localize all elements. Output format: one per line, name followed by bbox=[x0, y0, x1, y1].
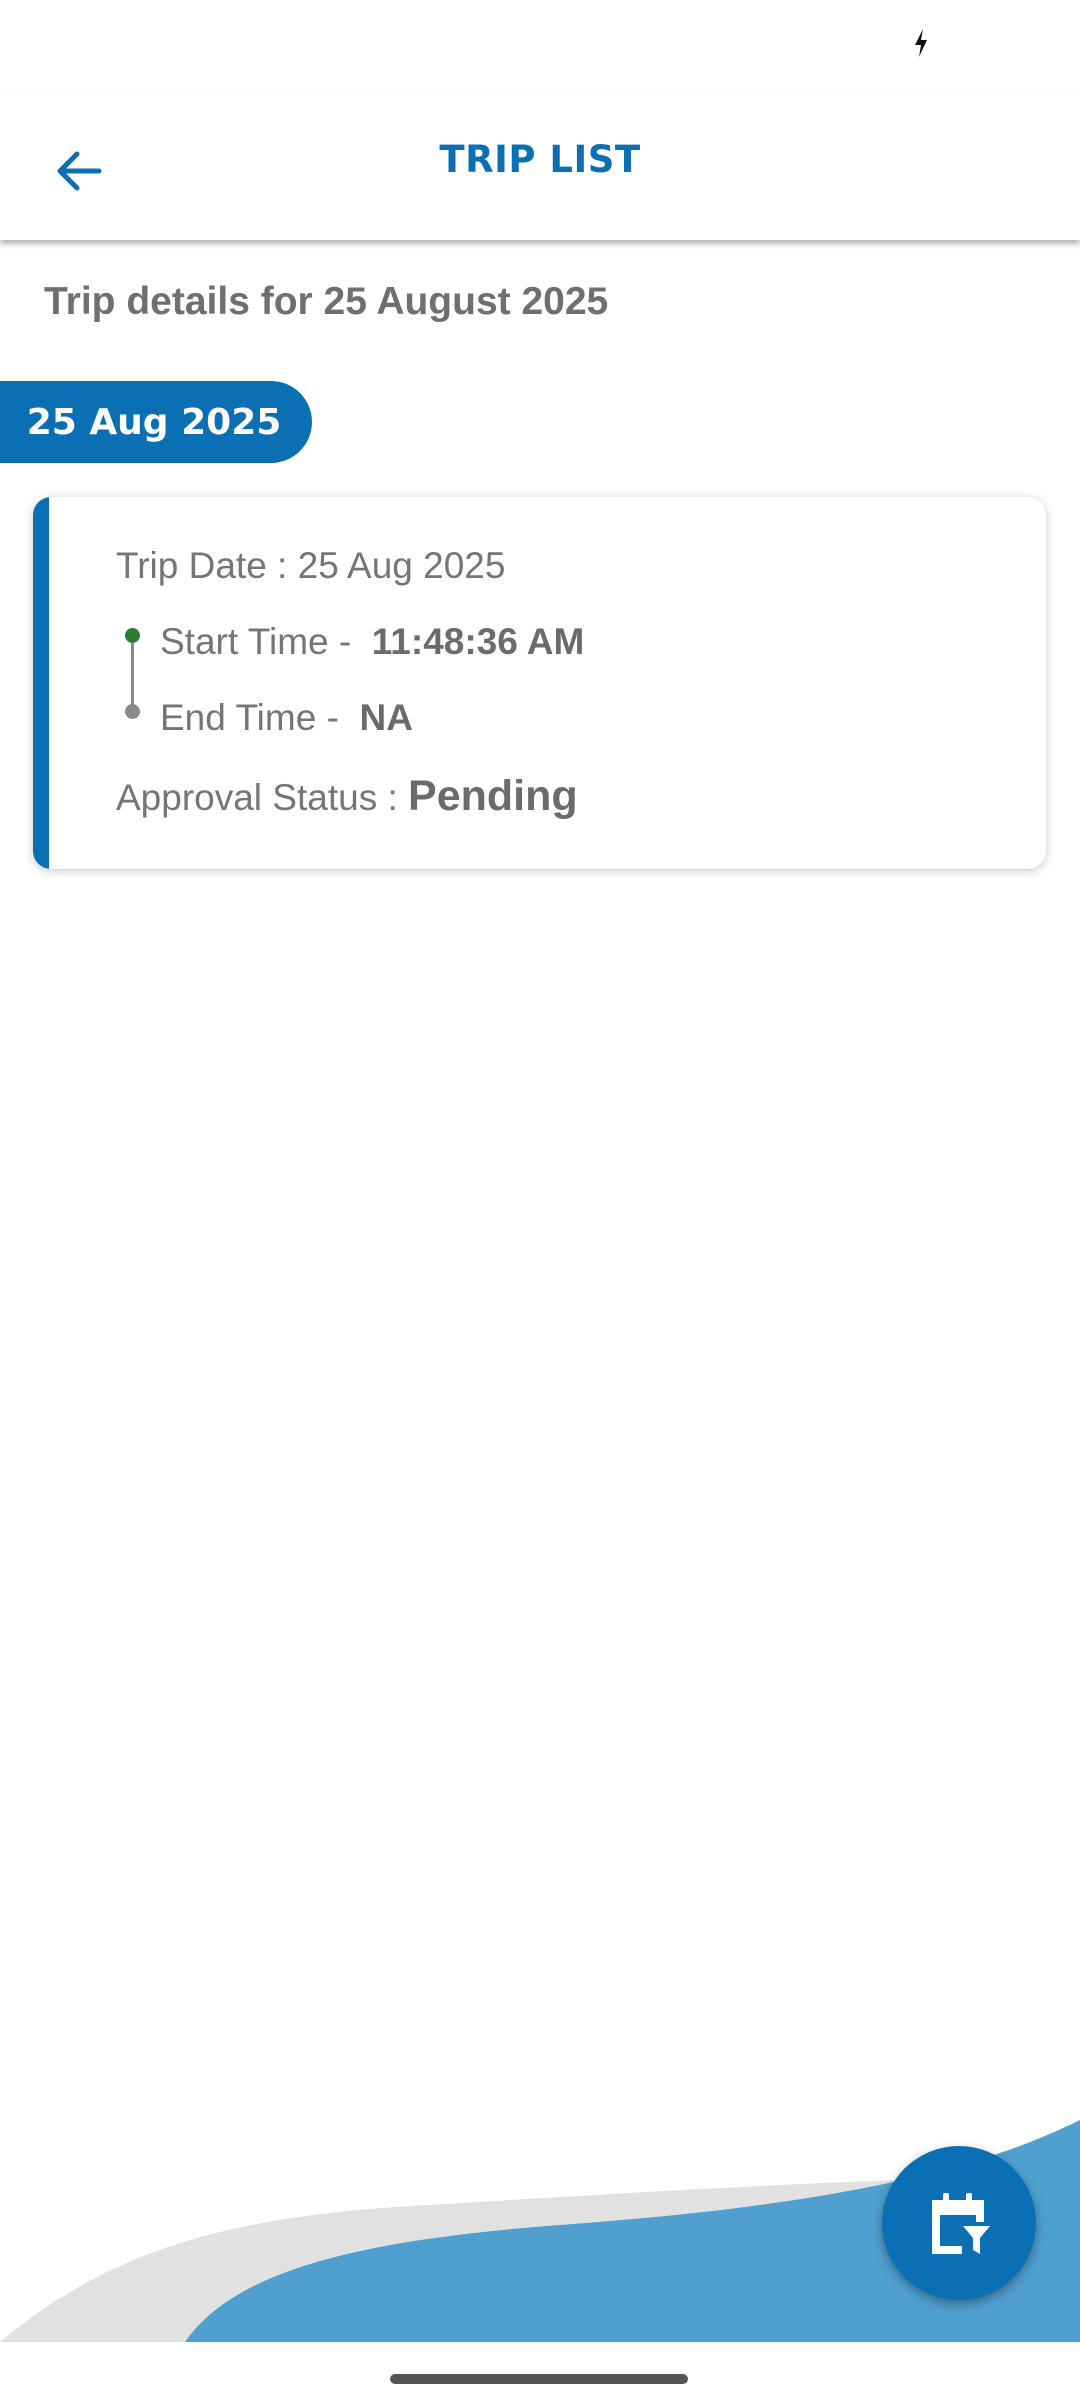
calendar-filter-button[interactable] bbox=[882, 2146, 1036, 2300]
charging-icon bbox=[915, 29, 927, 57]
end-time-label: End Time - bbox=[160, 697, 339, 738]
approval-status-label: Approval Status : bbox=[116, 777, 398, 818]
approval-status-row: Approval Status : Pending bbox=[116, 772, 578, 821]
date-badge: 25 Aug 2025 bbox=[0, 381, 312, 463]
end-dot-icon bbox=[125, 704, 140, 719]
start-dot-icon bbox=[125, 628, 140, 643]
trip-details-heading: Trip details for 25 August 2025 bbox=[44, 280, 609, 323]
end-time-value: NA bbox=[359, 697, 413, 738]
calendar-filter-icon bbox=[932, 2193, 990, 2254]
page-title: TRIP LIST bbox=[439, 138, 641, 181]
start-time-row: Start Time - 11:48:36 AM bbox=[160, 621, 584, 663]
status-bar bbox=[0, 0, 1080, 90]
approval-status-value: Pending bbox=[408, 772, 578, 820]
navigation-bar bbox=[0, 2342, 1080, 2408]
trip-card[interactable]: Trip Date : 25 Aug 2025 Start Time - 11:… bbox=[33, 497, 1046, 869]
home-indicator[interactable] bbox=[390, 2374, 688, 2384]
start-time-value: 11:48:36 AM bbox=[371, 621, 585, 662]
end-time-row: End Time - NA bbox=[160, 697, 413, 739]
trip-date: Trip Date : 25 Aug 2025 bbox=[116, 545, 506, 586]
app-bar: TRIP LIST bbox=[0, 90, 1080, 240]
card-accent-bar bbox=[33, 497, 49, 869]
date-badge-label: 25 Aug 2025 bbox=[26, 401, 282, 443]
start-time-label: Start Time - bbox=[160, 621, 352, 662]
